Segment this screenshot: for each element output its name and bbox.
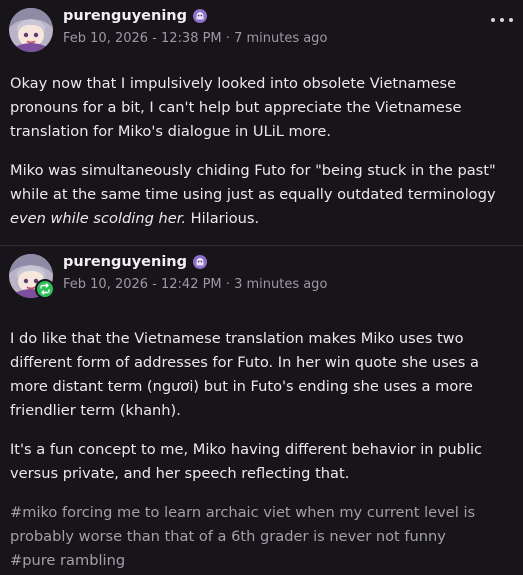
post-card: purenguyening Feb 10, 2026 - 12:42 PM · … (0, 246, 523, 575)
post-body: I do like that the Vietnamese translatio… (10, 327, 515, 573)
relative-time: 3 minutes ago (234, 277, 328, 292)
tag-list: #miko forcing me to learn archaic viet w… (10, 501, 515, 573)
post-paragraph: Okay now that I impulsively looked into … (10, 75, 462, 140)
post-paragraph: I do like that the Vietnamese translatio… (10, 330, 479, 419)
tag-link[interactable]: #miko forcing me to learn archaic viet w… (10, 504, 475, 545)
username[interactable]: purenguyening (63, 8, 187, 24)
meta-separator: · (221, 31, 235, 46)
username[interactable]: purenguyening (63, 254, 187, 270)
post-body: Okay now that I impulsively looked into … (10, 72, 515, 231)
username-row[interactable]: purenguyening (63, 254, 207, 270)
ghost-badge-icon (193, 9, 207, 23)
tag-link[interactable]: #pure rambling (10, 552, 125, 569)
ghost-badge-icon (193, 255, 207, 269)
post-meta: Feb 10, 2026 - 12:42 PM · 3 minutes ago (63, 277, 327, 292)
timestamp[interactable]: Feb 10, 2026 - 12:38 PM (63, 31, 222, 46)
username-row[interactable]: purenguyening (63, 8, 207, 24)
post-meta: Feb 10, 2026 - 12:38 PM · 7 minutes ago (63, 31, 327, 46)
emphasis-text: even while scolding her. (10, 210, 187, 227)
post-paragraph: Miko was simultaneously chiding Futo for… (10, 162, 496, 227)
timestamp[interactable]: Feb 10, 2026 - 12:42 PM (63, 277, 222, 292)
repost-icon (35, 279, 55, 299)
meta-separator: · (221, 277, 235, 292)
more-horizontal-icon[interactable] (491, 14, 513, 26)
post-card: purenguyening Feb 10, 2026 - 12:38 PM · … (0, 0, 523, 246)
avatar[interactable] (9, 254, 55, 299)
post-paragraph: It's a fun concept to me, Miko having di… (10, 441, 483, 482)
relative-time: 7 minutes ago (234, 31, 328, 46)
avatar[interactable] (9, 8, 53, 52)
